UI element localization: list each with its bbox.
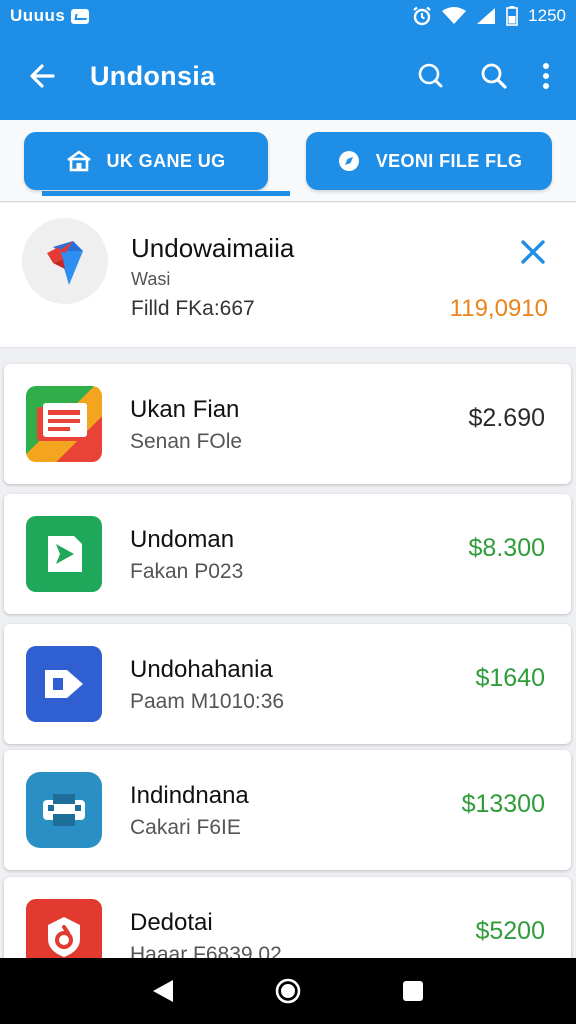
list-item-amount: $5200 [475,917,545,945]
status-left-text: Uuuus [10,6,66,25]
list-item-title: Indindnana [130,782,249,809]
list-item-amount: $1640 [475,664,545,692]
more-vert-icon [543,63,549,89]
system-nav-bar [0,958,576,1024]
app-bar: Undonsia [0,32,576,120]
phone-screen: Uuuus 1250 Undonsia UK GANE UG VEONI FIL… [0,0,576,1024]
list-item-amount: $2.690 [468,404,545,432]
tab-indicator [42,191,290,196]
search-button[interactable] [462,46,526,106]
wifi-icon [442,7,467,25]
app-title: Undonsia [90,60,216,91]
account-summary[interactable]: Undowaimaiia Wasi Filld FKa:667 119,0910 [0,203,576,348]
list-item-amount: $13300 [461,790,545,818]
list-item[interactable]: Undohahania Paam M1010:36 $1640 [4,624,571,744]
nav-home-button[interactable] [258,961,318,1021]
list-item[interactable]: Ukan Fian Senan FOle $2.690 [4,364,571,484]
list-item-subtitle: Cakari F6IE [130,816,241,839]
nav-home-icon [275,978,301,1004]
app-bar-actions [398,46,566,106]
tab-first-label: UK GANE UG [106,150,226,171]
close-button[interactable] [512,231,554,273]
search-outline-button[interactable] [398,46,462,106]
nav-back-icon [152,980,173,1002]
nav-back-button[interactable] [133,961,193,1021]
list-item[interactable]: Dedotai Haaar F6839.02 $5200 [4,877,571,975]
list-item-title: Dedotai [130,909,213,936]
close-icon [521,240,545,264]
document-icon [26,386,102,462]
nav-recents-icon [403,981,424,1001]
brand-logo-icon [47,241,83,285]
search-icon [481,63,507,89]
list-item[interactable]: Indindnana Cakari F6IE $13300 [4,750,571,870]
printer-icon [26,772,102,848]
search-outline-icon [418,63,443,88]
status-time: 1250 [528,6,566,25]
arrow-right-icon [26,646,102,722]
play-store-icon [26,516,102,592]
summary-title: Undowaimaiia [131,233,295,263]
tab-second-label: VEONI FILE FLG [375,150,523,171]
arrow-back-icon [30,64,55,88]
status-left: Uuuus [10,6,90,26]
list-item-amount: $8.300 [468,534,545,562]
tab-bar: UK GANE UG VEONI FILE FLG [0,120,576,202]
alarm-icon [412,6,432,26]
summary-subtitle: Wasi [131,269,171,289]
status-bar: Uuuus 1250 [0,0,576,32]
summary-detail: Filld FKa:667 [131,297,255,320]
summary-amount: 119,0910 [449,295,548,322]
overflow-menu-button[interactable] [526,46,566,106]
list-item-title: Ukan Fian [130,396,240,423]
compass-icon [338,151,359,171]
signal-icon [476,7,496,25]
tab-second[interactable]: VEONI FILE FLG [306,132,552,190]
tab-first[interactable]: UK GANE UG [24,132,268,190]
list-item-subtitle: Fakan P023 [130,560,244,583]
list-item-title: Undoman [130,526,235,553]
home-icon [67,150,92,172]
list-item-subtitle: Senan FOle [130,430,243,453]
list-item[interactable]: Undoman Fakan P023 $8.300 [4,494,571,614]
list-item-subtitle: Paam M1010:36 [130,690,285,713]
nav-recents-button[interactable] [383,961,443,1021]
status-right: 1250 [412,6,566,26]
list-item-title: Undohahania [130,656,273,683]
back-button[interactable] [12,46,72,106]
notification-icon [71,8,90,24]
account-logo [22,218,108,304]
battery-icon [506,6,518,26]
